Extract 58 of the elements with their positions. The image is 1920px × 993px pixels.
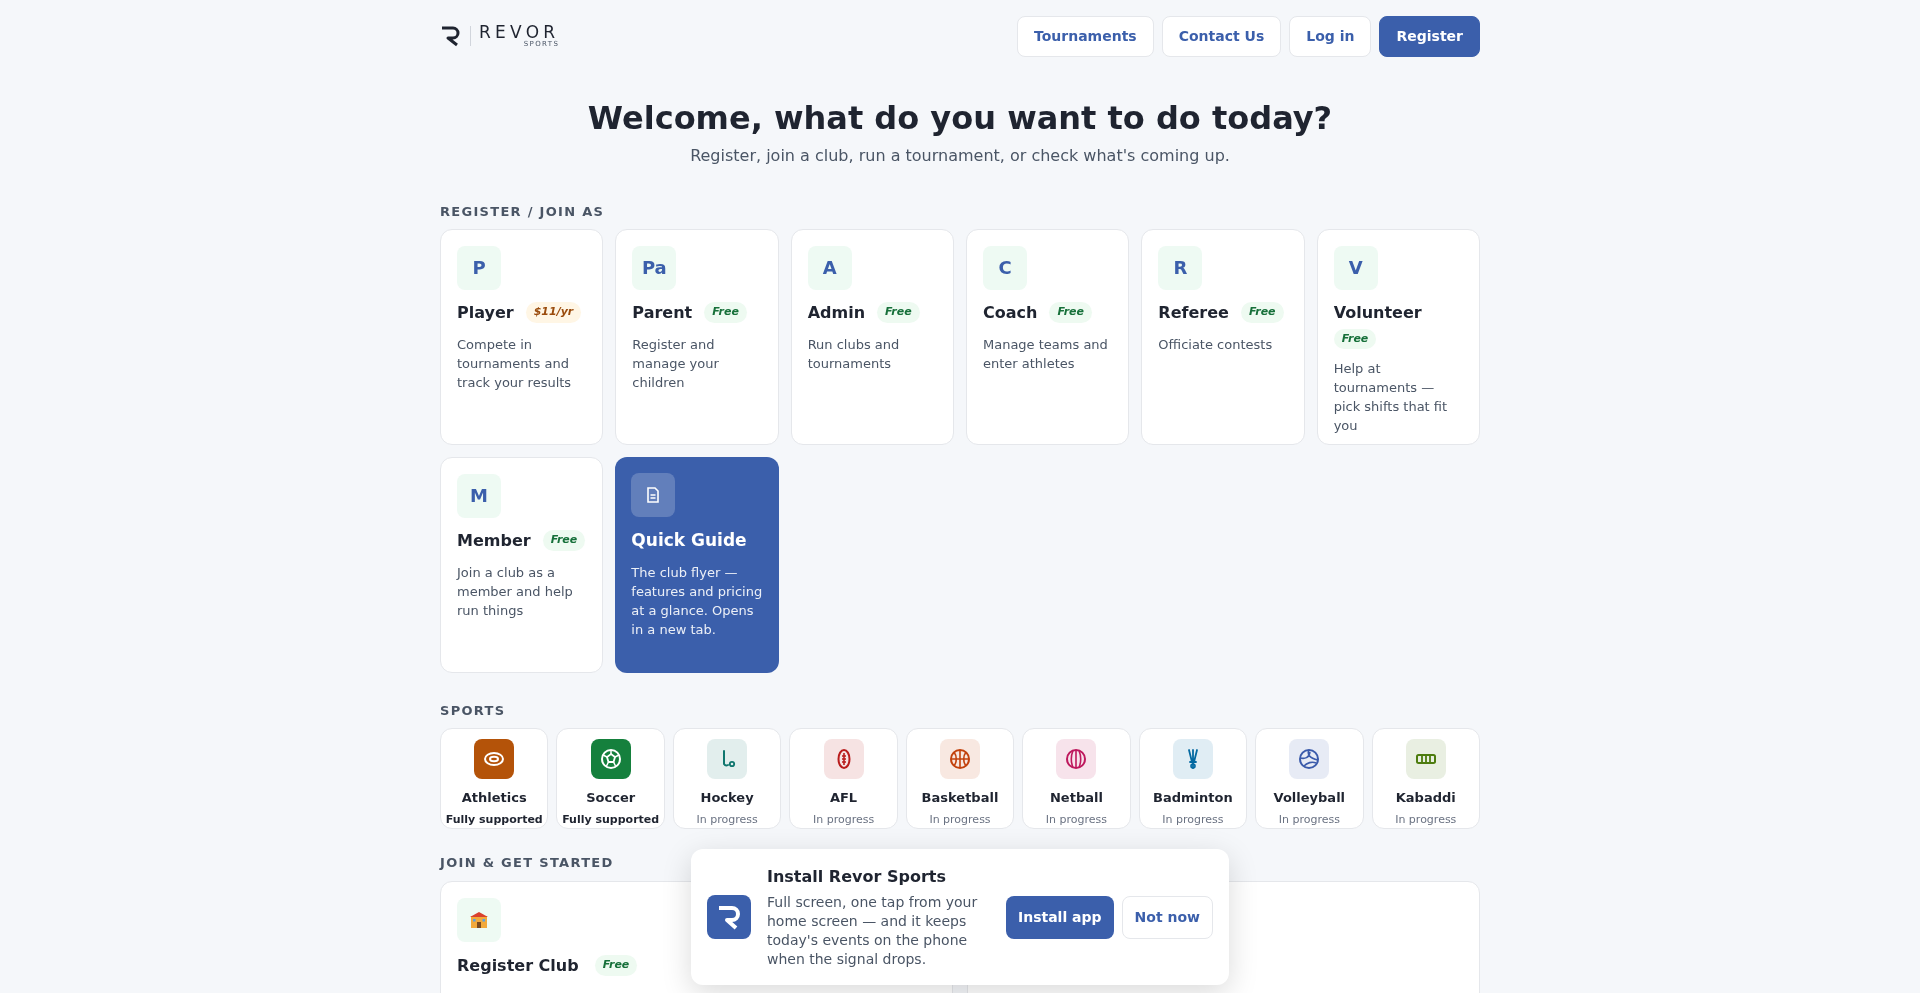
free-badge: Free — [542, 530, 586, 551]
card-title: Parent — [632, 301, 693, 324]
logo-wordmark: REVOR — [479, 24, 560, 41]
section-heading: JOIN & GET STARTED — [440, 854, 614, 872]
sport-name: Kabaddi — [1395, 789, 1456, 807]
free-badge: Free — [1240, 302, 1284, 323]
prompt-title: Install Revor Sports — [767, 866, 947, 888]
card-description: Run clubs and tournaments — [807, 335, 901, 373]
sport-status: In progress — [696, 811, 758, 828]
prompt-text: Full screen, one tap from your home screen — and it keeps today's events on the phone when the signal drops. — [767, 893, 979, 969]
sport-status: In progress — [1278, 811, 1340, 828]
sport-name: Hockey — [700, 789, 754, 807]
sport-name: Basketball — [921, 789, 999, 807]
role-initials: C — [983, 245, 1027, 290]
free-badge: Free — [877, 302, 920, 323]
free-badge: Free — [594, 955, 638, 976]
card-title: Quick Guide — [631, 528, 748, 552]
sport-name: Netball — [1050, 789, 1103, 807]
role-initials: V — [1333, 245, 1378, 290]
free-badge: Free — [1049, 302, 1093, 323]
card-title: Coach — [983, 301, 1038, 324]
sport-status: In progress — [1045, 811, 1108, 828]
free-badge: Free — [704, 302, 747, 323]
price-badge: $11/yr — [525, 302, 582, 323]
page-heading: Welcome, what do you want to do today? — [586, 98, 1334, 139]
card-description: Manage teams and enter athletes — [983, 335, 1109, 373]
page-subheading: Register, join a club, run a tournament, or check what's coming up. — [689, 145, 1231, 167]
sport-name: Soccer — [586, 789, 636, 807]
role-initials: A — [807, 245, 852, 290]
card-title: Member — [457, 529, 531, 552]
section-heading: REGISTER / JOIN AS — [440, 203, 606, 221]
sport-status: In progress — [812, 811, 875, 828]
card-title: Volunteer — [1333, 301, 1422, 324]
sport-name: Athletics — [461, 789, 527, 807]
sport-status: In progress — [929, 811, 991, 828]
sport-name: Volleyball — [1273, 789, 1346, 807]
card-title: Register Club — [457, 954, 579, 977]
card-title: Referee — [1158, 301, 1229, 324]
role-initials: P — [457, 245, 501, 290]
sport-name: AFL — [829, 789, 858, 807]
card-description: Register and manage your children — [632, 335, 720, 392]
sport-status: In progress — [1395, 811, 1457, 828]
sport-name: Badminton — [1153, 789, 1233, 807]
card-title: Player — [457, 301, 514, 324]
card-description: Compete in tournaments and track your results — [457, 335, 573, 392]
card-description: Join a club as a member and help run things — [457, 563, 574, 620]
sport-status: In progress — [1162, 811, 1224, 828]
role-initials: M — [457, 473, 501, 518]
card-description: Help at tournaments — pick shifts that fit you — [1333, 360, 1449, 435]
section-heading: SPORTS — [440, 701, 507, 720]
sport-status: Fully supported — [562, 811, 660, 828]
card-description: Officiate contests — [1158, 335, 1274, 354]
role-initials: R — [1158, 245, 1203, 290]
role-initials: Pa — [632, 245, 677, 290]
card-description: The club flyer — features and pricing at a glance. Opens in a new tab. — [631, 564, 763, 639]
card-title: Admin — [807, 301, 866, 324]
sport-status: Fully supported — [445, 811, 543, 828]
free-badge: Free — [1333, 328, 1377, 349]
